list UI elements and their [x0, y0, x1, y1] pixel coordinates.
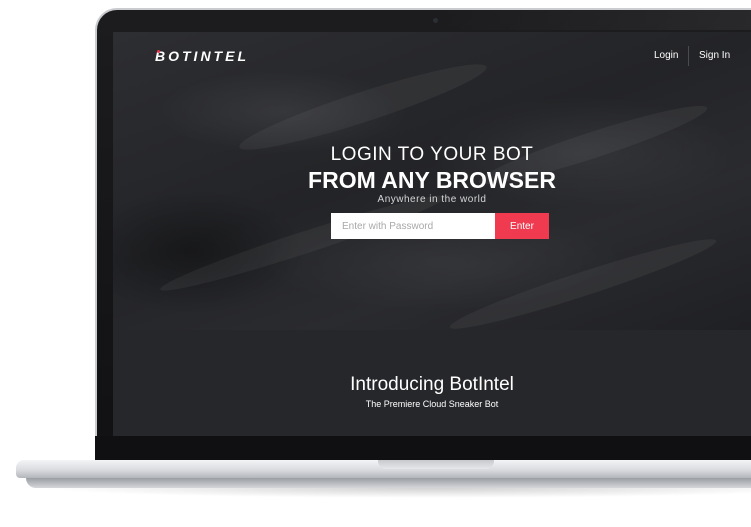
hero-headline-line1: LOGIN TO YOUR BOT: [330, 144, 534, 165]
brand-logo[interactable]: BOTINTEL: [155, 48, 249, 64]
enter-button[interactable]: Enter: [495, 213, 549, 239]
background-texture: [446, 229, 720, 339]
laptop-opening-notch: [378, 460, 494, 469]
camera-icon: [433, 18, 438, 23]
nav-login-link[interactable]: Login: [654, 50, 678, 61]
nav-divider: [688, 46, 689, 66]
intro-title: Introducing BotIntel: [350, 374, 514, 395]
hero-headline-line2: FROM ANY BROWSER: [308, 167, 556, 193]
logo-accent-mark: [157, 50, 160, 53]
intro-subtitle: The Premiere Cloud Sneaker Bot: [365, 399, 499, 409]
laptop-base-lip: [26, 478, 751, 488]
nav-signin-link[interactable]: Sign In: [699, 50, 730, 61]
laptop-shadow: [40, 488, 751, 498]
hero-tagline: Anywhere in the world: [377, 194, 487, 205]
laptop-screen: BOTINTEL Login Sign In LOGIN TO YOUR BOT…: [113, 32, 751, 436]
bezel-gloss: [422, 8, 751, 30]
password-input[interactable]: [331, 213, 495, 239]
laptop-chin: [95, 436, 751, 460]
hero-section: BOTINTEL Login Sign In LOGIN TO YOUR BOT…: [113, 32, 751, 339]
